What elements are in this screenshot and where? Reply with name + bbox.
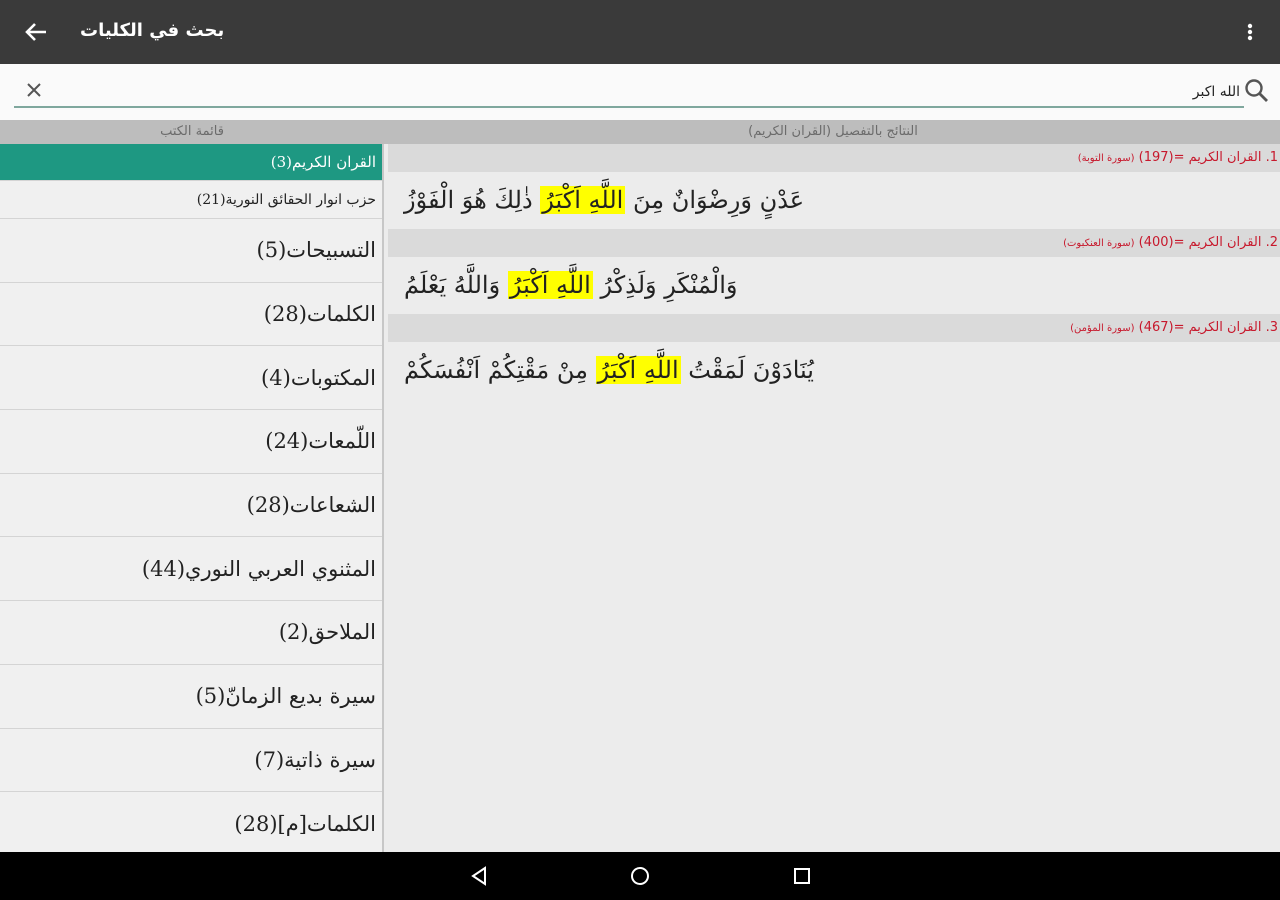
search-highlight: اللَّهِ اَكْبَرُ [507, 271, 593, 299]
back-arrow-icon[interactable] [22, 20, 50, 44]
page-title: بحث في الكليات [80, 20, 225, 41]
results-panel: 1. القران الكريم =(197) (سورة التوبة) عَ… [388, 144, 1280, 852]
home-circle-icon[interactable] [628, 864, 652, 888]
book-item-mathnawi[interactable]: المثنوي العربي النوري(44) [0, 537, 382, 602]
result-header[interactable]: 1. القران الكريم =(197) (سورة التوبة) [388, 144, 1280, 172]
book-item-quran[interactable]: القران الكريم(3) [0, 144, 382, 181]
book-item-tasbihat[interactable]: التسبيحات(5) [0, 219, 382, 283]
result-title: 2. القران الكريم =(400) [1138, 235, 1278, 250]
search-input[interactable] [14, 78, 1244, 108]
search-highlight: اللَّهِ اَكْبَرُ [595, 356, 681, 384]
result-source: (سورة المؤمن) [1070, 323, 1135, 334]
book-item-hizb[interactable]: حزب انوار الحقائق النورية(21) [0, 181, 382, 219]
result-text[interactable]: عَدْنٍ وَرِضْوَانٌ مِنَ اللَّهِ اَكْبَرُ… [388, 172, 1280, 229]
search-highlight: اللَّهِ اَكْبَرُ [540, 186, 626, 214]
books-list: القران الكريم(3) حزب انوار الحقائق النور… [0, 144, 384, 852]
book-item-shuaat[interactable]: الشعاعات(28) [0, 474, 382, 538]
close-icon[interactable] [22, 78, 46, 102]
back-triangle-icon[interactable] [467, 864, 491, 888]
book-item-malahiq[interactable]: الملاحق(2) [0, 601, 382, 665]
result-source: (سورة التوبة) [1077, 153, 1135, 164]
result-title: 3. القران الكريم =(467) [1138, 320, 1278, 335]
book-item-kalimat-m[interactable]: الكلمات[م](28) [0, 792, 382, 852]
result-text[interactable]: يُنَادَوْنَ لَمَقْتُ اللَّهِ اَكْبَرُ مِ… [388, 342, 1280, 399]
system-nav-bar [0, 852, 1280, 900]
result-header[interactable]: 3. القران الكريم =(467) (سورة المؤمن) [388, 314, 1280, 342]
column-headers: قائمة الكتب النتائج بالتفصيل (القران الك… [0, 120, 1280, 144]
app-bar: بحث في الكليات [0, 0, 1280, 64]
book-item-sira-dhatiya[interactable]: سيرة ذاتية(7) [0, 729, 382, 793]
search-bar [0, 64, 1280, 120]
result-source: (سورة العنكبوت) [1063, 238, 1135, 249]
result-title: 1. القران الكريم =(197) [1138, 150, 1278, 165]
results-header: النتائج بالتفصيل (القران الكريم) [748, 124, 918, 139]
recents-square-icon[interactable] [790, 864, 814, 888]
search-icon[interactable] [1242, 76, 1270, 104]
more-vert-icon[interactable] [1242, 20, 1258, 44]
result-header[interactable]: 2. القران الكريم =(400) (سورة العنكبوت) [388, 229, 1280, 257]
book-item-maktubat[interactable]: المكتوبات(4) [0, 346, 382, 411]
result-text[interactable]: وَالْمُنْكَرِ وَلَذِكْرُ اللَّهِ اَكْبَر… [388, 257, 1280, 314]
book-item-sira-badi[interactable]: سيرة بديع الزمانّ(5) [0, 665, 382, 729]
book-item-kalimat[interactable]: الكلمات(28) [0, 283, 382, 347]
books-list-header: قائمة الكتب [160, 124, 224, 139]
book-item-lemaat[interactable]: اللّمعات(24) [0, 410, 382, 474]
